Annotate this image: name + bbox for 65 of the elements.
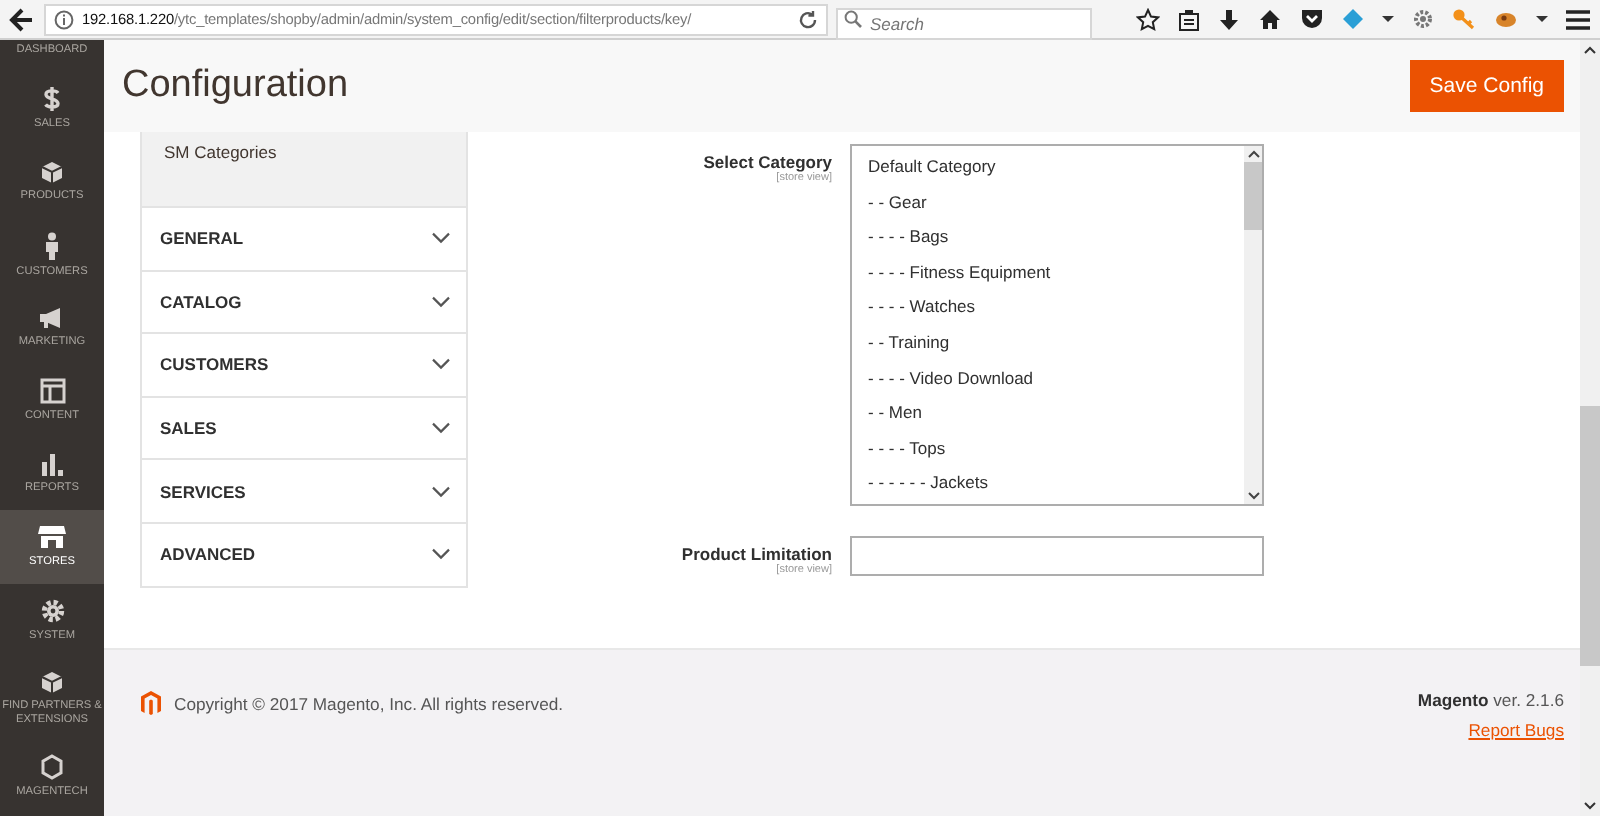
dollar-icon [42,86,62,113]
back-arrow-icon[interactable] [8,5,36,33]
scroll-down-icon[interactable] [1247,492,1259,500]
page-title: Configuration [122,64,349,108]
section-title: GENERAL [160,228,244,249]
search-field[interactable]: Search [836,7,1092,39]
save-config-button[interactable]: Save Config [1409,60,1564,112]
clipboard-icon[interactable] [1178,7,1200,31]
section-title: CUSTOMERS [160,354,269,375]
megaphone-icon [38,306,66,331]
scroll-up-icon[interactable] [1247,150,1259,158]
person-icon [44,231,60,260]
hexagon-icon [40,754,64,781]
pocket-icon[interactable] [1300,8,1324,30]
gear-icon [39,597,65,624]
caret-icon[interactable] [1382,15,1394,23]
home-icon[interactable] [1258,8,1282,30]
layout-icon [39,378,65,405]
shop-icon [38,524,66,551]
logo-icon [140,690,162,716]
scroll-up-icon[interactable] [1584,46,1596,54]
section-title: SERVICES [160,481,246,502]
category-option[interactable]: - - - - Tops [868,431,1228,467]
category-option[interactable]: - - - - Bags [868,220,1228,256]
config-section[interactable]: SERVICES [142,458,466,522]
version-text: Magento ver. 2.1.6 [1417,690,1564,710]
category-option[interactable]: - - Gear [868,185,1228,221]
reload-icon[interactable] [798,9,818,29]
scroll-down-icon[interactable] [1584,802,1596,810]
config-section[interactable]: SALES [142,395,466,459]
config-tab[interactable]: SM Categories [142,132,466,206]
section-title: SALES [160,418,217,439]
bar-chart-icon [40,452,64,477]
config-section[interactable]: GENERAL [142,206,466,270]
scrollbar[interactable] [1244,146,1262,504]
caret-icon[interactable] [1536,15,1548,23]
category-option[interactable]: - - - - - - Jackets [868,466,1228,502]
download-icon[interactable] [1218,7,1240,31]
config-section[interactable]: ADVANCED [142,521,466,586]
star-icon[interactable] [1136,7,1160,31]
page-scrollbar[interactable] [1580,40,1600,816]
category-listbox[interactable]: Default Category - - Gear - - - - Bags - - - - Fitness Equipment - - - - Watches - - Training - - - - Video Download - - Men - - - - Tops - - - - - - Jackets [850,144,1264,506]
section-title: ADVANCED [160,544,256,565]
config-section[interactable]: CATALOG [142,269,466,333]
extension-icon[interactable] [1494,9,1518,29]
cube-icon [40,670,64,695]
category-option[interactable]: Default Category [868,150,1228,186]
category-option[interactable]: - - - - Fitness Equipment [868,255,1228,291]
category-option[interactable]: - - Men [868,396,1228,432]
diamond-icon[interactable] [1342,8,1364,30]
info-icon[interactable] [54,9,74,29]
category-option[interactable]: - - - - Video Download [868,361,1228,397]
gear-icon[interactable] [1412,8,1434,30]
category-option[interactable]: - - Training [868,325,1228,362]
menu-icon[interactable] [1566,9,1590,29]
field-label: Product Limitation [681,544,832,564]
section-title: CATALOG [160,291,242,312]
input-field[interactable] [850,536,1264,576]
scrollbar-thumb[interactable] [1244,162,1262,230]
config-section[interactable]: CUSTOMERS [142,332,466,396]
box-icon [40,160,64,185]
field-label: Select Category [703,152,832,172]
category-option[interactable]: - - - - Watches [868,290,1228,326]
scrollbar-thumb[interactable] [1580,406,1600,666]
copyright-text: Copyright © 2017 Magento, Inc. All rights reserved. [174,693,564,713]
